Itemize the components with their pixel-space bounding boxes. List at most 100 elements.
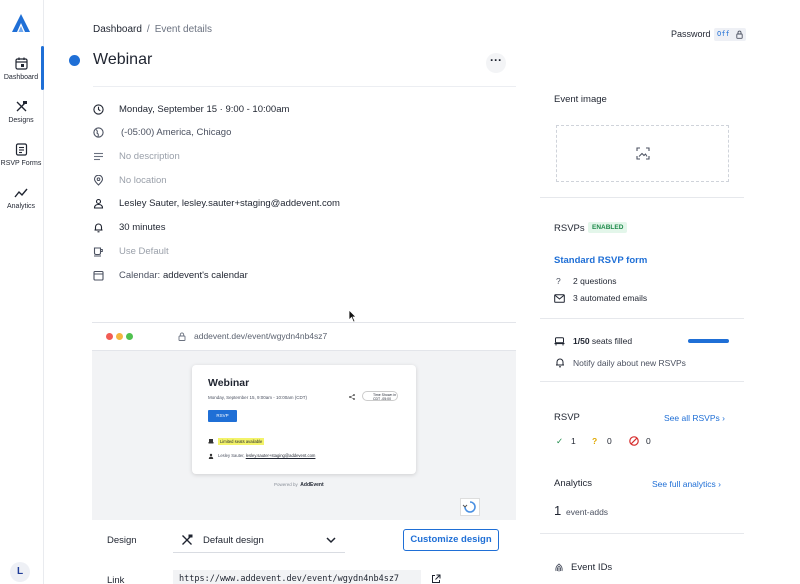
text-lines-icon	[94, 152, 103, 161]
event-page-preview[interactable]: addevent.dev/event/wgydn4nb4sz7 Webinar …	[92, 322, 516, 520]
rsvp-section-title: RSVP	[554, 412, 580, 423]
notify-text[interactable]: Notify daily about new RSVPs	[573, 358, 686, 368]
detail-reminder[interactable]: 30 minutes	[93, 220, 393, 236]
nav-label-designs: Designs	[8, 117, 34, 124]
nav-label-rsvp-forms: RSVP Forms	[0, 160, 42, 167]
window-close-dot	[106, 333, 113, 340]
design-tools-icon	[182, 534, 193, 545]
fingerprint-icon	[555, 563, 563, 572]
detail-calendar[interactable]: Calendar: addevent's calendar	[93, 268, 393, 284]
title-divider	[93, 86, 516, 87]
detail-host[interactable]: Lesley Sauter, lesley.sauter+staging@add…	[93, 196, 413, 212]
theme-text: Use Default	[119, 246, 169, 257]
left-nav: Dashboard Designs RSVP Forms Analytics L	[0, 0, 44, 584]
breadcrumb-separator: /	[146, 24, 150, 35]
addevent-logo[interactable]	[10, 12, 32, 34]
page-title: Webinar	[93, 51, 153, 68]
decline-icon	[629, 436, 639, 446]
right-divider-2	[540, 318, 744, 319]
chevron-right-icon: ›	[718, 479, 722, 489]
host-user-icon	[208, 453, 214, 459]
tz-line2: CDT -05:00	[373, 397, 392, 401]
detail-description[interactable]: No description	[93, 149, 393, 165]
event-image-title: Event image	[554, 94, 607, 105]
preview-host-name: Lesley Sauter,	[218, 453, 245, 458]
powered-by: Powered by AddEvent	[274, 482, 324, 488]
powered-by-label: Powered by	[274, 482, 298, 487]
browser-bar: addevent.dev/event/wgydn4nb4sz7	[92, 323, 516, 351]
mail-icon	[554, 294, 565, 303]
preview-limited-badge: Limited seats available	[218, 438, 265, 445]
external-link-icon[interactable]	[431, 574, 441, 584]
maybe-count: 0	[607, 436, 612, 446]
detail-theme[interactable]: Use Default	[93, 244, 393, 260]
preview-rsvp-button: RSVP	[208, 410, 237, 422]
adds-label: event-adds	[566, 507, 609, 517]
rsvp-form-link[interactable]: Standard RSVP form	[554, 255, 647, 266]
nav-item-rsvp-forms[interactable]: RSVP Forms	[0, 143, 42, 167]
preview-url: addevent.dev/event/wgydn4nb4sz7	[194, 331, 328, 341]
emails-text: 3 automated emails	[573, 293, 648, 303]
event-ids-title[interactable]: Event IDs	[571, 562, 612, 573]
see-full-analytics-link[interactable]: See full analytics ›	[652, 479, 721, 489]
customize-design-button[interactable]: Customize design	[403, 529, 499, 551]
detail-datetime[interactable]: Monday, September 15 · 9:00 - 10:00am	[93, 102, 393, 118]
breadcrumb: Dashboard / Event details	[93, 24, 212, 35]
window-maximize-dot	[126, 333, 133, 340]
link-label: Link	[107, 575, 125, 584]
description-text: No description	[119, 151, 180, 162]
breadcrumb-current: Event details	[154, 24, 212, 35]
questions-text: 2 questions	[573, 276, 617, 286]
image-upload-icon	[636, 147, 650, 160]
analytics-title: Analytics	[554, 478, 593, 489]
nav-item-dashboard[interactable]: Dashboard	[0, 57, 42, 81]
adds-count: 1	[554, 503, 562, 518]
design-select[interactable]: Default design	[173, 527, 345, 553]
preview-host: Lesley Sauter, lesley.sauter+staging@add…	[218, 453, 315, 458]
breadcrumb-root[interactable]: Dashboard	[93, 24, 142, 35]
preview-host-email: lesley.sauter+staging@addevent.com	[245, 453, 316, 458]
right-divider-3	[540, 381, 744, 382]
nav-item-analytics[interactable]: Analytics	[0, 187, 42, 210]
detail-location[interactable]: No location	[93, 173, 393, 189]
see-analytics-label: See full analytics	[652, 479, 716, 489]
bell-icon	[556, 358, 564, 368]
nav-item-designs[interactable]: Designs	[0, 100, 42, 124]
password-toggle[interactable]: Off	[714, 28, 746, 41]
detail-timezone[interactable]: (-05:00) America, Chicago	[93, 125, 393, 141]
window-minimize-dot	[116, 333, 123, 340]
bell-icon	[94, 223, 103, 233]
rsvps-enabled-badge: ENABLED	[588, 222, 628, 233]
lock-icon	[736, 30, 743, 39]
see-all-rsvps-link[interactable]: See all RSVPs ›	[664, 413, 725, 423]
event-color-dot	[69, 55, 80, 66]
seat-icon	[208, 439, 214, 444]
event-link-field[interactable]: https://www.addevent.dev/event/wgydn4nb4…	[173, 570, 421, 584]
seats-count: 1/50	[573, 336, 590, 346]
avatar[interactable]: L	[10, 562, 30, 582]
seats-filled: 1/50 seats filled	[573, 336, 632, 346]
datetime-text: Monday, September 15 · 9:00 - 10:00am	[119, 104, 290, 115]
more-options-button[interactable]: ···	[486, 53, 506, 73]
seats-text: seats filled	[591, 336, 633, 346]
host-text: Lesley Sauter, lesley.sauter+staging@add…	[119, 198, 340, 209]
event-image-dropzone[interactable]	[556, 125, 729, 182]
reminder-text: 30 minutes	[119, 222, 166, 233]
chevron-right-icon: ›	[722, 413, 725, 423]
seat-icon	[554, 337, 565, 346]
design-select-value: Default design	[203, 535, 264, 546]
design-label: Design	[107, 535, 137, 546]
preview-timezone-pill: Time Shown in CDT -05:00	[362, 391, 398, 401]
question-icon: ?	[592, 436, 598, 446]
form-icon	[15, 143, 27, 156]
calendar-icon	[14, 57, 28, 70]
seats-progress-bar	[688, 339, 729, 343]
mouse-cursor-icon	[348, 309, 357, 323]
chart-line-icon	[14, 188, 28, 198]
globe-icon	[93, 127, 104, 138]
calendar-label: Calendar:	[119, 270, 161, 281]
design-tools-icon	[16, 101, 27, 112]
no-count: 0	[646, 436, 651, 446]
location-text: No location	[119, 175, 167, 186]
calendar-value: addevent's calendar	[163, 270, 248, 281]
